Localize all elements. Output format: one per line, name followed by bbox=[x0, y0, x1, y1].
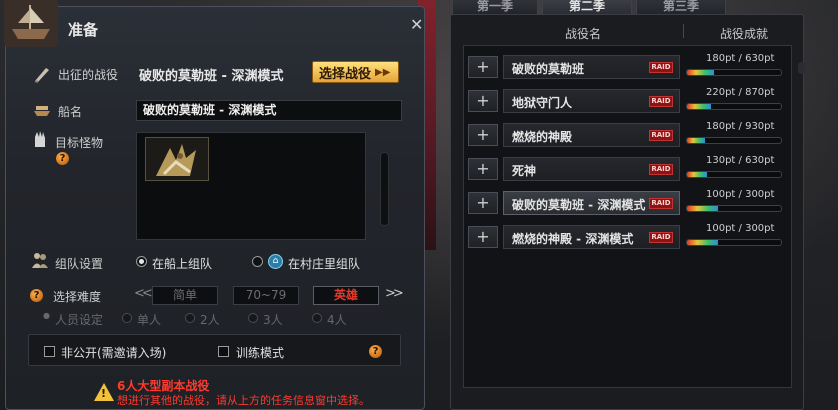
member-label: 人员设定 bbox=[55, 313, 104, 327]
warning-exclamation: ! bbox=[101, 387, 107, 400]
difficulty-label: 选择难度 bbox=[53, 290, 102, 304]
training-checkbox[interactable] bbox=[218, 346, 229, 357]
raid-progress-fill bbox=[687, 70, 715, 75]
close-button[interactable]: ✕ bbox=[410, 15, 423, 34]
home-icon: ⌂ bbox=[268, 254, 283, 269]
training-label: 训练模式 bbox=[236, 346, 285, 360]
raid-tag-badge: RAID bbox=[649, 232, 673, 243]
raid-progress-fill bbox=[687, 104, 711, 109]
raid-row[interactable]: 破败的莫勒班 RAID bbox=[503, 55, 680, 79]
four-players-label: 4人 bbox=[327, 313, 347, 327]
add-raid-button[interactable]: + bbox=[468, 124, 498, 146]
party-icon bbox=[32, 253, 48, 268]
raid-progress-bar bbox=[686, 205, 782, 212]
difficulty-help-icon[interactable]: ? bbox=[30, 289, 43, 302]
raid-name: 燃烧的神殿 bbox=[512, 130, 573, 144]
ship-name-field[interactable]: 破败的莫勒班 - 深渊模式 bbox=[136, 100, 402, 121]
raid-progress-fill bbox=[687, 172, 707, 177]
ship-icon bbox=[4, 0, 58, 47]
add-raid-button[interactable]: + bbox=[468, 56, 498, 78]
raid-progress-bar bbox=[686, 239, 782, 246]
raid-progress-bar bbox=[686, 103, 782, 110]
col-header-score: 战役成就 bbox=[720, 27, 769, 41]
warning-text: 想进行其他的战役，请从上方的任务信息窗中选择。 bbox=[117, 394, 370, 407]
three-players-label: 3人 bbox=[263, 313, 283, 327]
raid-row[interactable]: 地狱守门人 RAID bbox=[503, 89, 680, 113]
raid-tag-badge: RAID bbox=[649, 198, 673, 209]
difficulty-hero[interactable]: 英雄 bbox=[313, 286, 379, 305]
gauntlet-icon bbox=[35, 131, 45, 147]
private-label: 非公开(需邀请入场) bbox=[61, 346, 167, 360]
raid-progress-bar bbox=[686, 171, 782, 178]
raid-score: 100pt / 300pt bbox=[706, 223, 775, 234]
raid-tag-badge: RAID bbox=[649, 130, 673, 141]
difficulty-easy[interactable]: 简单 bbox=[152, 286, 218, 305]
monster-scrollbar[interactable] bbox=[380, 152, 389, 226]
raid-score: 180pt / 630pt bbox=[706, 53, 775, 64]
column-divider bbox=[683, 24, 684, 38]
add-raid-button[interactable]: + bbox=[468, 158, 498, 180]
raid-progress-fill bbox=[687, 138, 705, 143]
radio-ship-party[interactable] bbox=[136, 256, 147, 267]
difficulty-prev-arrow[interactable]: << bbox=[134, 286, 153, 301]
raid-score: 180pt / 930pt bbox=[706, 121, 775, 132]
dialog-title: 准备 bbox=[68, 21, 99, 39]
raid-score: 100pt / 300pt bbox=[706, 189, 775, 200]
bullet-icon: ● bbox=[43, 311, 50, 320]
raid-name: 破败的莫勒班 - 深渊模式 bbox=[512, 198, 646, 212]
options-help-icon[interactable]: ? bbox=[369, 345, 382, 358]
two-players-label: 2人 bbox=[200, 313, 220, 327]
raid-row[interactable]: 燃烧的神殿 RAID bbox=[503, 123, 680, 147]
add-raid-button[interactable]: + bbox=[468, 192, 498, 214]
select-mission-button[interactable]: 选择战役 ▶▶ bbox=[312, 61, 399, 83]
raid-name: 破败的莫勒班 bbox=[512, 62, 585, 76]
double-arrow-icon: ▶▶ bbox=[375, 66, 391, 78]
raid-score: 130pt / 630pt bbox=[706, 155, 775, 166]
raid-progress-bar bbox=[686, 69, 782, 76]
raid-row[interactable]: 死神 RAID bbox=[503, 157, 680, 181]
monster-thumbnail[interactable] bbox=[145, 137, 209, 181]
ship-label: 船名 bbox=[58, 105, 83, 119]
raid-progress-bar bbox=[686, 137, 782, 144]
tab-season-1[interactable]: 第一季 bbox=[452, 0, 538, 15]
raid-tag-badge: RAID bbox=[649, 96, 673, 107]
raid-list-scrollbar[interactable] bbox=[798, 62, 805, 74]
radio-3-players[interactable] bbox=[248, 313, 258, 323]
monster-portrait-icon bbox=[156, 144, 196, 176]
add-raid-button[interactable]: + bbox=[468, 90, 498, 112]
private-checkbox[interactable] bbox=[44, 346, 55, 357]
help-icon[interactable]: ? bbox=[56, 152, 69, 165]
raid-tag-badge: RAID bbox=[649, 62, 673, 73]
raid-score: 220pt / 870pt bbox=[706, 87, 775, 98]
tab-season-2[interactable]: 第二季 bbox=[542, 0, 632, 15]
boat-icon bbox=[34, 106, 50, 116]
select-mission-label: 选择战役 bbox=[319, 66, 372, 82]
raid-row[interactable]: 破败的莫勒班 - 深渊模式 RAID bbox=[503, 191, 680, 215]
raid-name: 地狱守门人 bbox=[512, 96, 573, 110]
target-label: 目标怪物 bbox=[55, 136, 104, 150]
add-raid-button[interactable]: + bbox=[468, 226, 498, 248]
ship-party-label: 在船上组队 bbox=[152, 257, 213, 271]
raid-name: 死神 bbox=[512, 164, 537, 178]
mission-label: 出征的战役 bbox=[58, 68, 119, 82]
quill-icon bbox=[34, 68, 49, 83]
party-label: 组队设置 bbox=[55, 257, 104, 271]
village-party-label: 在村庄里组队 bbox=[288, 257, 361, 271]
raid-progress-fill bbox=[687, 206, 719, 211]
difficulty-next-arrow[interactable]: >> bbox=[385, 286, 404, 301]
tab-season-3[interactable]: 第三季 bbox=[636, 0, 726, 15]
raid-tag-badge: RAID bbox=[649, 164, 673, 175]
raid-name: 燃烧的神殿 - 深渊模式 bbox=[512, 232, 634, 246]
radio-4-players[interactable] bbox=[312, 313, 322, 323]
difficulty-level-range: 70~79 bbox=[233, 286, 299, 305]
raid-progress-fill bbox=[687, 240, 719, 245]
col-header-name: 战役名 bbox=[565, 27, 602, 41]
radio-village-party[interactable] bbox=[252, 256, 263, 267]
target-monster-area bbox=[136, 132, 366, 240]
solo-label: 单人 bbox=[137, 313, 162, 327]
mission-name: 破败的莫勒班 - 深渊模式 bbox=[139, 69, 284, 84]
radio-2-players[interactable] bbox=[185, 313, 195, 323]
raid-row[interactable]: 燃烧的神殿 - 深渊模式 RAID bbox=[503, 225, 680, 249]
radio-solo[interactable] bbox=[122, 313, 132, 323]
